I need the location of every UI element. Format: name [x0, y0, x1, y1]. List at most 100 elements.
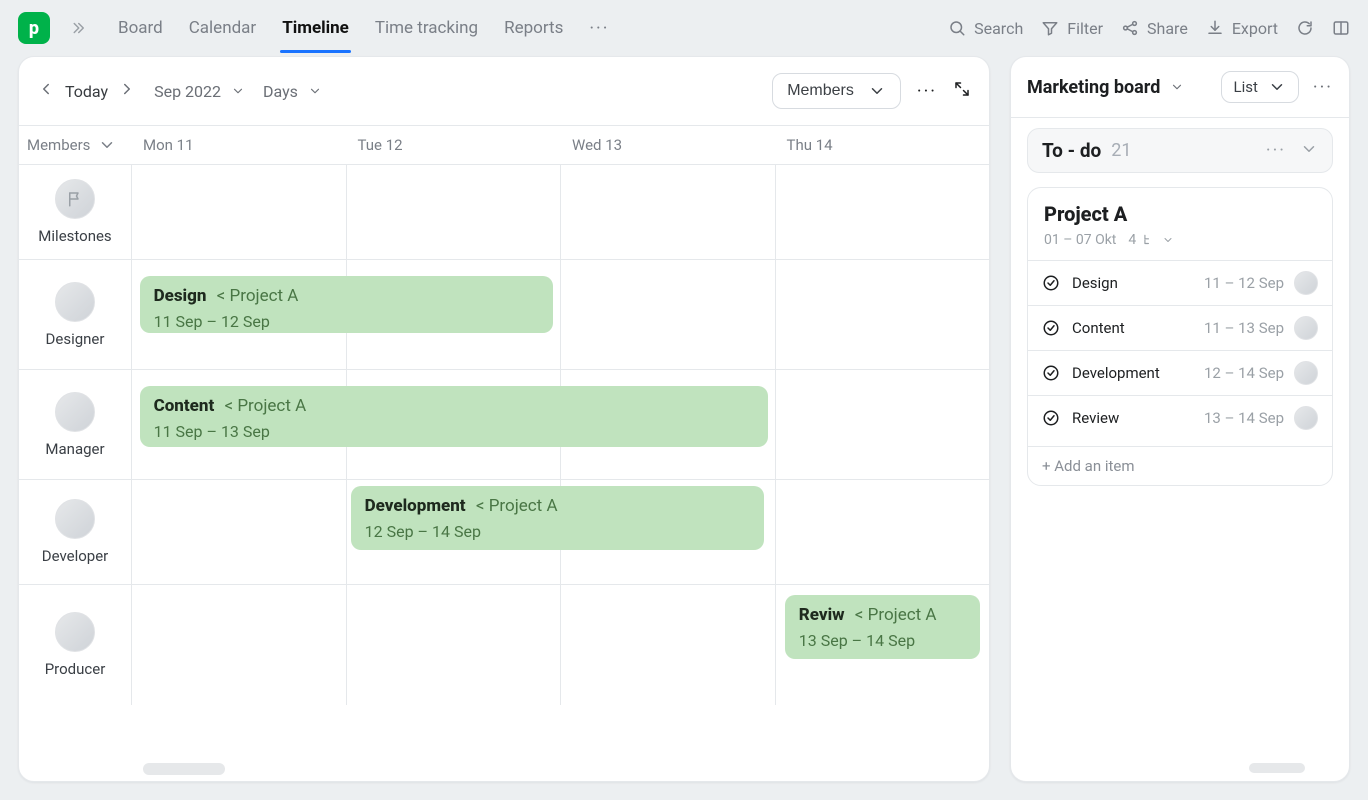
list-item[interactable]: Review 13 – 14 Sep — [1028, 395, 1332, 440]
tab-more[interactable]: ··· — [587, 12, 611, 45]
avatar — [55, 392, 95, 432]
list-item[interactable]: Design 11 – 12 Sep — [1028, 260, 1332, 305]
tab-timeline[interactable]: Timeline — [280, 12, 351, 45]
collapse-button[interactable] — [1300, 140, 1318, 162]
enter-fullscreen-button[interactable] — [953, 80, 971, 102]
row-producer: Reviw < Project A 13 Sep – 14 Sep — [131, 585, 989, 705]
avatar — [1294, 361, 1318, 385]
list-item[interactable]: Development 12 – 14 Sep — [1028, 350, 1332, 395]
caret-down-icon — [1162, 234, 1174, 246]
avatar — [1294, 316, 1318, 340]
todo-count: 21 — [1111, 140, 1131, 161]
task-project: < Project A — [220, 396, 306, 416]
board-picker[interactable] — [1170, 80, 1184, 94]
subtasks-count[interactable]: 4 — [1128, 232, 1174, 248]
tab-board[interactable]: Board — [116, 12, 165, 45]
item-name: Review — [1072, 409, 1119, 427]
chevron-down-icon — [98, 136, 116, 154]
check-circle-icon — [1042, 409, 1060, 427]
chevron-down-icon — [868, 82, 886, 100]
chevron-right-icon — [118, 80, 136, 98]
expand-icon[interactable] — [72, 19, 90, 37]
group-by-members[interactable]: Members — [772, 73, 901, 109]
row-milestones — [131, 165, 989, 260]
h-scrollbar[interactable] — [143, 763, 225, 775]
timeline-rows: Milestones Designer Manager Developer Pr… — [19, 165, 989, 705]
item-name: Content — [1072, 319, 1125, 337]
side-panel-icon — [1332, 19, 1350, 37]
month-picker[interactable]: Sep 2022 — [154, 82, 245, 101]
member-label: Milestones — [38, 227, 111, 245]
tab-time-tracking[interactable]: Time tracking — [373, 12, 480, 45]
members-column-label: Members — [27, 136, 90, 154]
side-panel-button[interactable] — [1332, 19, 1350, 37]
task-name: Design — [154, 286, 207, 306]
item-date: 12 – 14 Sep — [1204, 364, 1284, 382]
flag-icon — [55, 179, 95, 219]
col-mon: Mon 11 — [131, 126, 346, 164]
scale-picker[interactable]: Days — [263, 82, 322, 101]
task-design[interactable]: Design < Project A 11 Sep – 12 Sep — [140, 276, 554, 333]
avatar — [55, 612, 95, 652]
project-tasks-list: Design 11 – 12 Sep Content 11 – 13 Sep D… — [1028, 254, 1332, 446]
today-button[interactable]: Today — [65, 82, 108, 101]
top-tools: Search Filter Share Export — [948, 19, 1350, 38]
member-manager: Manager — [19, 370, 131, 480]
next-button[interactable] — [118, 80, 136, 102]
view-picker[interactable]: List — [1221, 71, 1299, 103]
more-actions-button[interactable]: ··· — [917, 81, 937, 102]
board-title: Marketing board — [1027, 77, 1160, 98]
month-label: Sep 2022 — [154, 82, 221, 101]
avatar — [55, 282, 95, 322]
search-icon — [948, 19, 966, 37]
member-designer: Designer — [19, 260, 131, 370]
todo-section-header[interactable]: To - do 21 ··· — [1027, 128, 1333, 173]
member-label: Designer — [46, 330, 105, 348]
task-dates: 12 Sep – 14 Sep — [365, 522, 751, 541]
task-review[interactable]: Reviw < Project A 13 Sep – 14 Sep — [785, 595, 981, 659]
search-label: Search — [974, 19, 1023, 38]
search-button[interactable]: Search — [948, 19, 1023, 38]
check-circle-icon — [1042, 364, 1060, 382]
chevron-down-icon — [231, 84, 245, 98]
export-button[interactable]: Export — [1206, 19, 1278, 38]
chevron-down-icon — [1300, 140, 1318, 158]
task-project: < Project A — [212, 286, 298, 306]
todo-more-button[interactable]: ··· — [1266, 140, 1286, 162]
chevron-left-icon — [37, 80, 55, 98]
date-navigator: Today — [37, 80, 136, 102]
timeline-header: Today Sep 2022 Days Members ··· — [19, 57, 989, 126]
filter-button[interactable]: Filter — [1041, 19, 1103, 38]
todo-title: To - do — [1042, 139, 1101, 162]
task-project: < Project A — [851, 605, 937, 625]
list-item[interactable]: Content 11 – 13 Sep — [1028, 305, 1332, 350]
task-development[interactable]: Development < Project A 12 Sep – 14 Sep — [351, 486, 765, 550]
share-button[interactable]: Share — [1121, 19, 1188, 38]
check-circle-icon — [1042, 274, 1060, 292]
side-h-scrollbar[interactable] — [1249, 763, 1305, 773]
prev-button[interactable] — [37, 80, 55, 102]
main-tabs: Board Calendar Timeline Time tracking Re… — [116, 12, 611, 45]
side-header: Marketing board List ··· — [1011, 57, 1349, 118]
app-logo[interactable]: p — [18, 12, 50, 44]
col-tue: Tue 12 — [346, 126, 561, 164]
side-panel: Marketing board List ··· To - do 21 ··· — [1010, 56, 1350, 782]
view-label: List — [1234, 78, 1258, 96]
task-project: < Project A — [472, 496, 558, 516]
item-name: Development — [1072, 364, 1160, 382]
task-content[interactable]: Content < Project A 11 Sep – 13 Sep — [140, 386, 768, 447]
project-title: Project A — [1044, 202, 1316, 226]
members-column-header[interactable]: Members — [19, 126, 131, 165]
col-thu: Thu 14 — [775, 126, 990, 164]
side-more-button[interactable]: ··· — [1313, 77, 1333, 98]
task-dates: 11 Sep – 12 Sep — [154, 312, 540, 331]
add-item-button[interactable]: + Add an item — [1028, 446, 1332, 485]
export-icon — [1206, 19, 1224, 37]
refresh-button[interactable] — [1296, 19, 1314, 37]
check-circle-icon — [1042, 319, 1060, 337]
tab-calendar[interactable]: Calendar — [187, 12, 258, 45]
member-label: Developer — [42, 547, 109, 565]
task-dates: 11 Sep – 13 Sep — [154, 422, 754, 441]
tab-reports[interactable]: Reports — [502, 12, 565, 45]
member-label: Manager — [45, 440, 104, 458]
